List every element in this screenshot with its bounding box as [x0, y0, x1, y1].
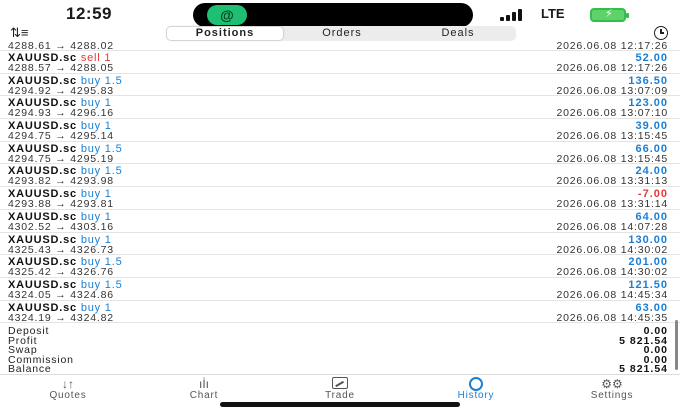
table-row[interactable]: XAUUSD.sc buy 1.5 121.50 4324.05 → 4324.86…	[0, 278, 680, 301]
tab-trade[interactable]: Trade	[272, 375, 408, 401]
deal-datetime: 2026.06.08 13:07:09	[556, 84, 668, 97]
deal-datetime: 2026.06.08 12:17:26	[556, 62, 668, 74]
summary-value: 5 821.54	[619, 363, 668, 375]
deal-datetime: 2026.06.08 14:30:02	[556, 266, 668, 279]
tab-label: History	[457, 390, 495, 401]
history-mode-segmented-control: Positions Orders Deals	[166, 26, 516, 41]
price-range: 4288.57 → 4288.05	[8, 62, 114, 74]
bottom-tab-bar: ↓↑ Quotes ıİı Chart Trade History ⚙⚙ Set…	[0, 374, 680, 401]
price-range: 4325.43 → 4326.73	[8, 243, 114, 256]
deal-datetime: 2026.06.08 14:45:35	[556, 311, 668, 324]
table-row[interactable]: XAUUSD.sc buy 1 -7.00 4293.88 → 4293.81 202…	[0, 187, 680, 210]
quotes-arrows-icon: ↓↑	[62, 377, 74, 391]
chart-candles-icon: ıİı	[198, 377, 209, 391]
price-range: 4293.82 → 4293.98	[8, 175, 114, 188]
deal-datetime: 2026.06.08 14:45:34	[556, 288, 668, 301]
table-row[interactable]: XAUUSD.sc buy 1 130.00 4325.43 → 4326.73 20…	[0, 233, 680, 256]
table-row[interactable]: XAUUSD.sc buy 1.5 136.50 4294.92 → 4295.83…	[0, 74, 680, 97]
tab-chart[interactable]: ıİı Chart	[136, 375, 272, 401]
tab-label: Trade	[325, 390, 355, 401]
price-range: 4294.75 → 4295.19	[8, 152, 114, 165]
battery-charging-icon: ⚡	[590, 8, 629, 22]
price-range: 4324.05 → 4324.86	[8, 288, 114, 301]
signal-strength-icon	[500, 9, 522, 21]
tab-label: Quotes	[49, 390, 87, 401]
dynamic-island: @	[193, 3, 473, 27]
settings-gears-icon: ⚙⚙	[601, 377, 623, 391]
price-range: 4293.88 → 4293.81	[8, 198, 114, 211]
price-range: 4324.19 → 4324.82	[8, 311, 114, 324]
table-row[interactable]: XAUUSD.sc sell 1 52.00 4288.57 → 4288.05 20…	[0, 51, 680, 74]
price-range: 4294.92 → 4295.83	[8, 84, 114, 97]
deal-datetime: 2026.06.08 13:15:45	[556, 152, 668, 165]
summary-row-profit: Profit 5 821.54	[0, 335, 680, 346]
sort-icon[interactable]: ⇅≡	[10, 26, 28, 40]
list-item[interactable]: 4288.61 → 4288.02 2026.06.08 12:17:26	[0, 40, 680, 52]
summary-row-balance: Balance 5 821.54	[0, 363, 680, 375]
deal-datetime: 2026.06.08 14:30:02	[556, 243, 668, 256]
trade-chart-icon	[272, 377, 408, 391]
network-type: LTE	[541, 6, 565, 21]
tab-positions[interactable]: Positions	[167, 27, 283, 40]
deal-datetime: 2026.06.08 13:31:13	[556, 175, 668, 188]
positions-history-list: 4288.61 → 4288.02 2026.06.08 12:17:26 XA…	[0, 40, 680, 324]
deal-datetime: 2026.06.08 14:07:28	[556, 220, 668, 233]
price-range: 4294.75 → 4295.14	[8, 130, 114, 143]
table-row[interactable]: XAUUSD.sc buy 1.5 24.00 4293.82 → 4293.98 2…	[0, 164, 680, 187]
summary-label: Balance	[8, 363, 52, 375]
tab-deals[interactable]: Deals	[400, 26, 516, 41]
deal-datetime: 2026.06.08 13:15:45	[556, 130, 668, 143]
table-row[interactable]: XAUUSD.sc buy 1 63.00 4324.19 → 4324.82 202…	[0, 301, 680, 324]
home-indicator[interactable]	[220, 402, 460, 407]
account-summary: Deposit 0.00 Profit 5 821.54 Swap 0.00 Commiss…	[0, 326, 680, 375]
live-activity-app-icon: @	[207, 5, 247, 25]
table-row[interactable]: XAUUSD.sc buy 1 39.00 4294.75 → 4295.14 202…	[0, 119, 680, 142]
table-row[interactable]: XAUUSD.sc buy 1 123.00 4294.93 → 4296.16 20…	[0, 96, 680, 119]
table-row[interactable]: XAUUSD.sc buy 1.5 201.00 4325.42 → 4326.76…	[0, 255, 680, 278]
status-bar: 12:59 @ LTE ⚡	[0, 0, 680, 28]
tab-quotes[interactable]: ↓↑ Quotes	[0, 375, 136, 401]
tab-label: Settings	[590, 390, 634, 401]
summary-row-commission: Commission 0.00	[0, 354, 680, 365]
tab-history[interactable]: History	[408, 375, 544, 401]
table-row[interactable]: XAUUSD.sc buy 1 64.00 4302.52 → 4303.16 202…	[0, 210, 680, 233]
status-time: 12:59	[66, 4, 112, 23]
summary-row-deposit: Deposit 0.00	[0, 326, 680, 337]
tab-settings[interactable]: ⚙⚙ Settings	[544, 375, 680, 401]
summary-row-swap: Swap 0.00	[0, 345, 680, 356]
tab-label: Chart	[189, 390, 219, 401]
deal-datetime: 2026.06.08 13:31:14	[556, 198, 668, 211]
period-clock-icon[interactable]	[654, 26, 668, 40]
price-range: 4302.52 → 4303.16	[8, 220, 114, 233]
price-range: 4325.42 → 4326.76	[8, 266, 114, 279]
tab-orders[interactable]: Orders	[284, 26, 400, 41]
table-row[interactable]: XAUUSD.sc buy 1.5 66.00 4294.75 → 4295.19 2…	[0, 142, 680, 165]
price-range: 4294.93 → 4296.16	[8, 107, 114, 120]
deal-datetime: 2026.06.08 13:07:10	[556, 107, 668, 120]
history-clock-icon	[408, 377, 544, 391]
